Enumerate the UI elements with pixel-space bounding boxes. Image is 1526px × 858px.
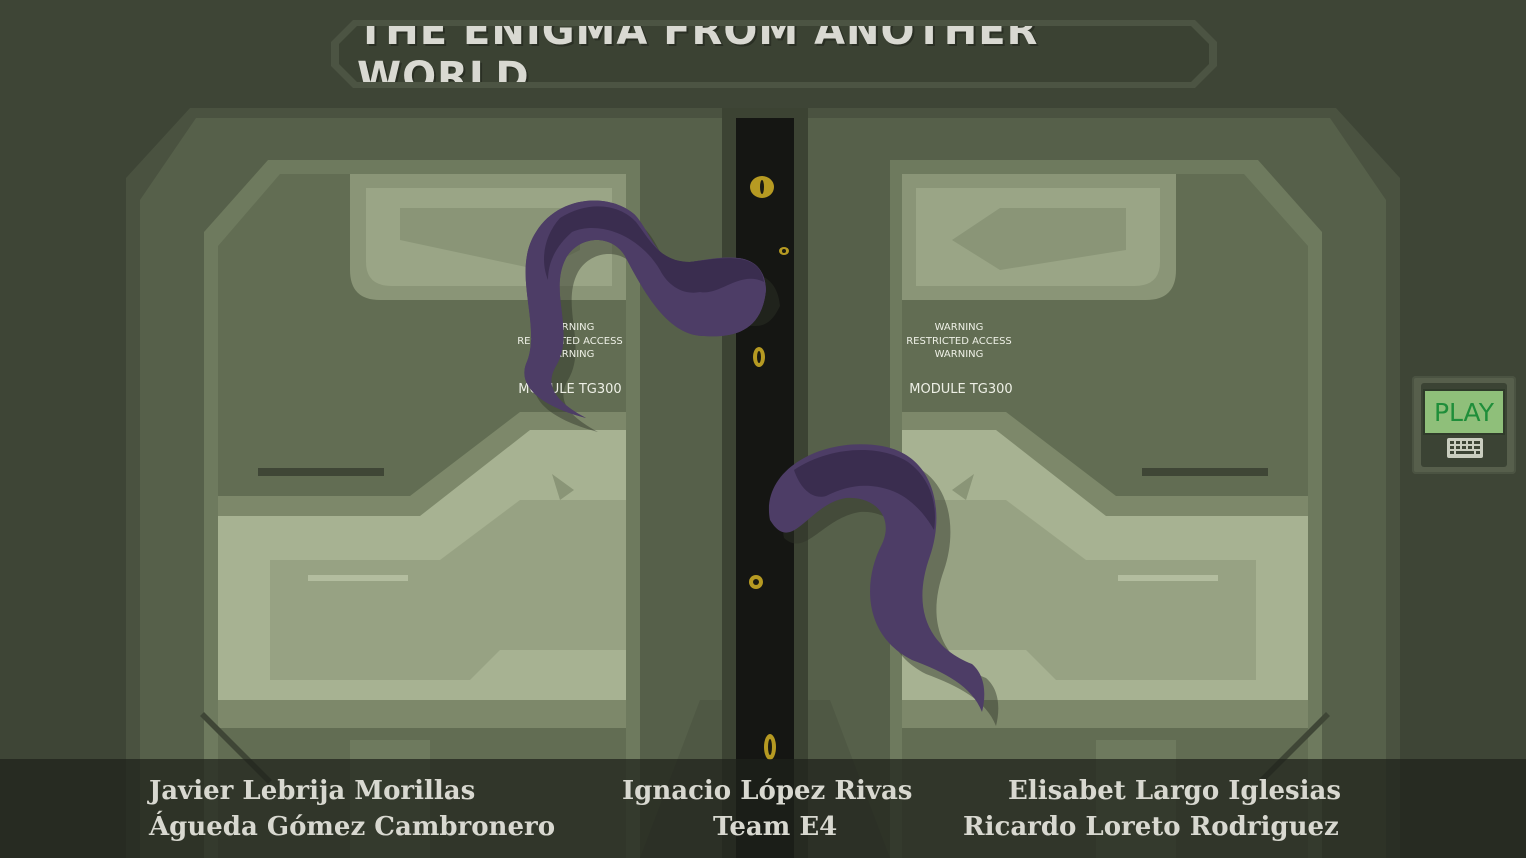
- left-module-label: MODULE TG300: [518, 382, 622, 397]
- left-warning-line2: RESTRICTED ACCESS: [517, 335, 623, 347]
- title-plate-inner: THE ENIGMA FROM ANOTHER WORLD: [339, 26, 1209, 82]
- credit-agueda: Águeda Gómez Cambronero: [149, 812, 556, 842]
- title-plate: THE ENIGMA FROM ANOTHER WORLD: [331, 20, 1217, 88]
- credit-elisabet: Elisabet Largo Iglesias: [1008, 776, 1341, 806]
- right-warning-line3: WARNING: [934, 349, 984, 360]
- play-button-label: PLAY: [1433, 397, 1494, 427]
- credit-team: Team E4: [713, 812, 838, 842]
- game-title: THE ENIGMA FROM ANOTHER WORLD: [357, 8, 1039, 100]
- credit-ignacio: Ignacio López Rivas: [622, 776, 913, 806]
- right-warning-line1: WARNING: [934, 322, 984, 333]
- credit-ricardo: Ricardo Loreto Rodriguez: [963, 812, 1339, 842]
- keyboard-icon: [1447, 438, 1483, 458]
- left-warning-line3: WARNING: [545, 349, 595, 360]
- left-warning-label: WARNING RESTRICTED ACCESS WARNING: [500, 321, 640, 362]
- play-button[interactable]: PLAY: [1423, 389, 1505, 435]
- left-warning-line1: WARNING: [545, 322, 595, 333]
- right-module-label: MODULE TG300: [909, 382, 1013, 397]
- door-scene: [126, 108, 1400, 858]
- right-warning-label: WARNING RESTRICTED ACCESS WARNING: [889, 321, 1029, 362]
- credits-bar: [0, 759, 1526, 858]
- right-warning-line2: RESTRICTED ACCESS: [906, 335, 1012, 347]
- credit-javier: Javier Lebrija Morillas: [149, 776, 476, 806]
